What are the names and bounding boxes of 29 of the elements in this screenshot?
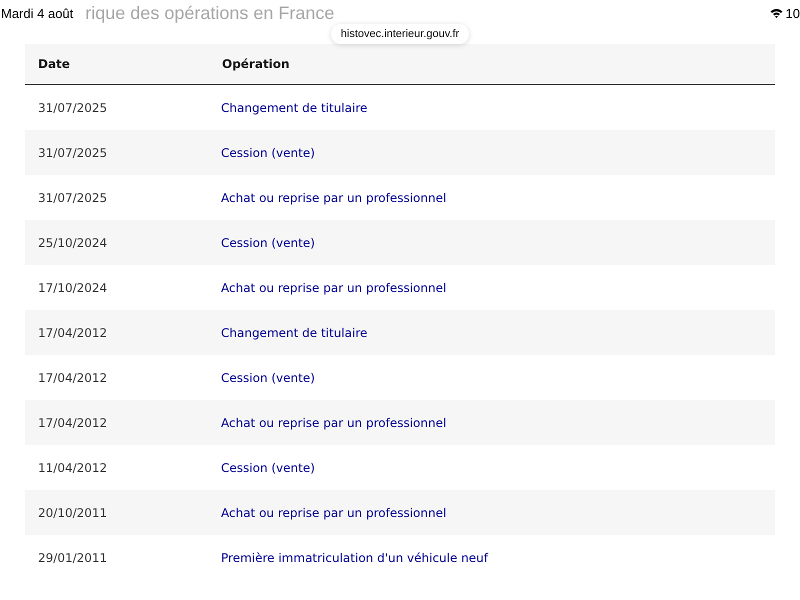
status-date: Mardi 4 août xyxy=(1,6,74,20)
column-header: Date xyxy=(25,44,221,84)
date-cell: 31/07/2025 xyxy=(25,130,221,175)
operation-link[interactable]: Achat ou reprise par un professionnel xyxy=(221,506,446,520)
date-cell: 17/04/2012 xyxy=(25,310,221,355)
date-cell: 20/10/2011 xyxy=(25,490,221,535)
operation-link[interactable]: Cession (vente) xyxy=(221,370,315,384)
operation-link[interactable]: Cession (vente) xyxy=(221,236,315,250)
battery-percent: 10 xyxy=(786,6,800,20)
url-field[interactable]: histovec.interieur.gouv.fr xyxy=(330,24,470,44)
date-cell: 17/10/2024 xyxy=(25,265,221,310)
operation-link[interactable]: Changement de titulaire xyxy=(221,326,368,340)
date-cell: 25/10/2024 xyxy=(25,220,221,265)
date-cell: 17/04/2012 xyxy=(25,355,221,400)
date-cell: 31/07/2025 xyxy=(25,84,221,130)
operation-link[interactable]: Cession (vente) xyxy=(221,460,315,474)
operation-link[interactable]: Achat ou reprise par un professionnel xyxy=(221,416,446,430)
date-cell: 11/04/2012 xyxy=(25,445,221,490)
column-header: Opération xyxy=(221,44,775,84)
date-cell: 17/04/2012 xyxy=(25,400,221,445)
operation-link[interactable]: Changement de titulaire xyxy=(221,100,368,114)
wifi-icon xyxy=(770,8,783,18)
page-heading: rique des opérations en France xyxy=(85,2,334,24)
date-cell: 29/01/2011 xyxy=(25,535,221,580)
operation-link[interactable]: Achat ou reprise par un professionnel xyxy=(221,190,446,204)
operation-link[interactable]: Première immatriculation d'un véhicule neuf xyxy=(221,550,488,564)
operation-link[interactable]: Achat ou reprise par un professionnel xyxy=(221,280,446,294)
date-cell: 31/07/2025 xyxy=(25,175,221,220)
operation-link[interactable]: Cession (vente) xyxy=(221,146,315,160)
